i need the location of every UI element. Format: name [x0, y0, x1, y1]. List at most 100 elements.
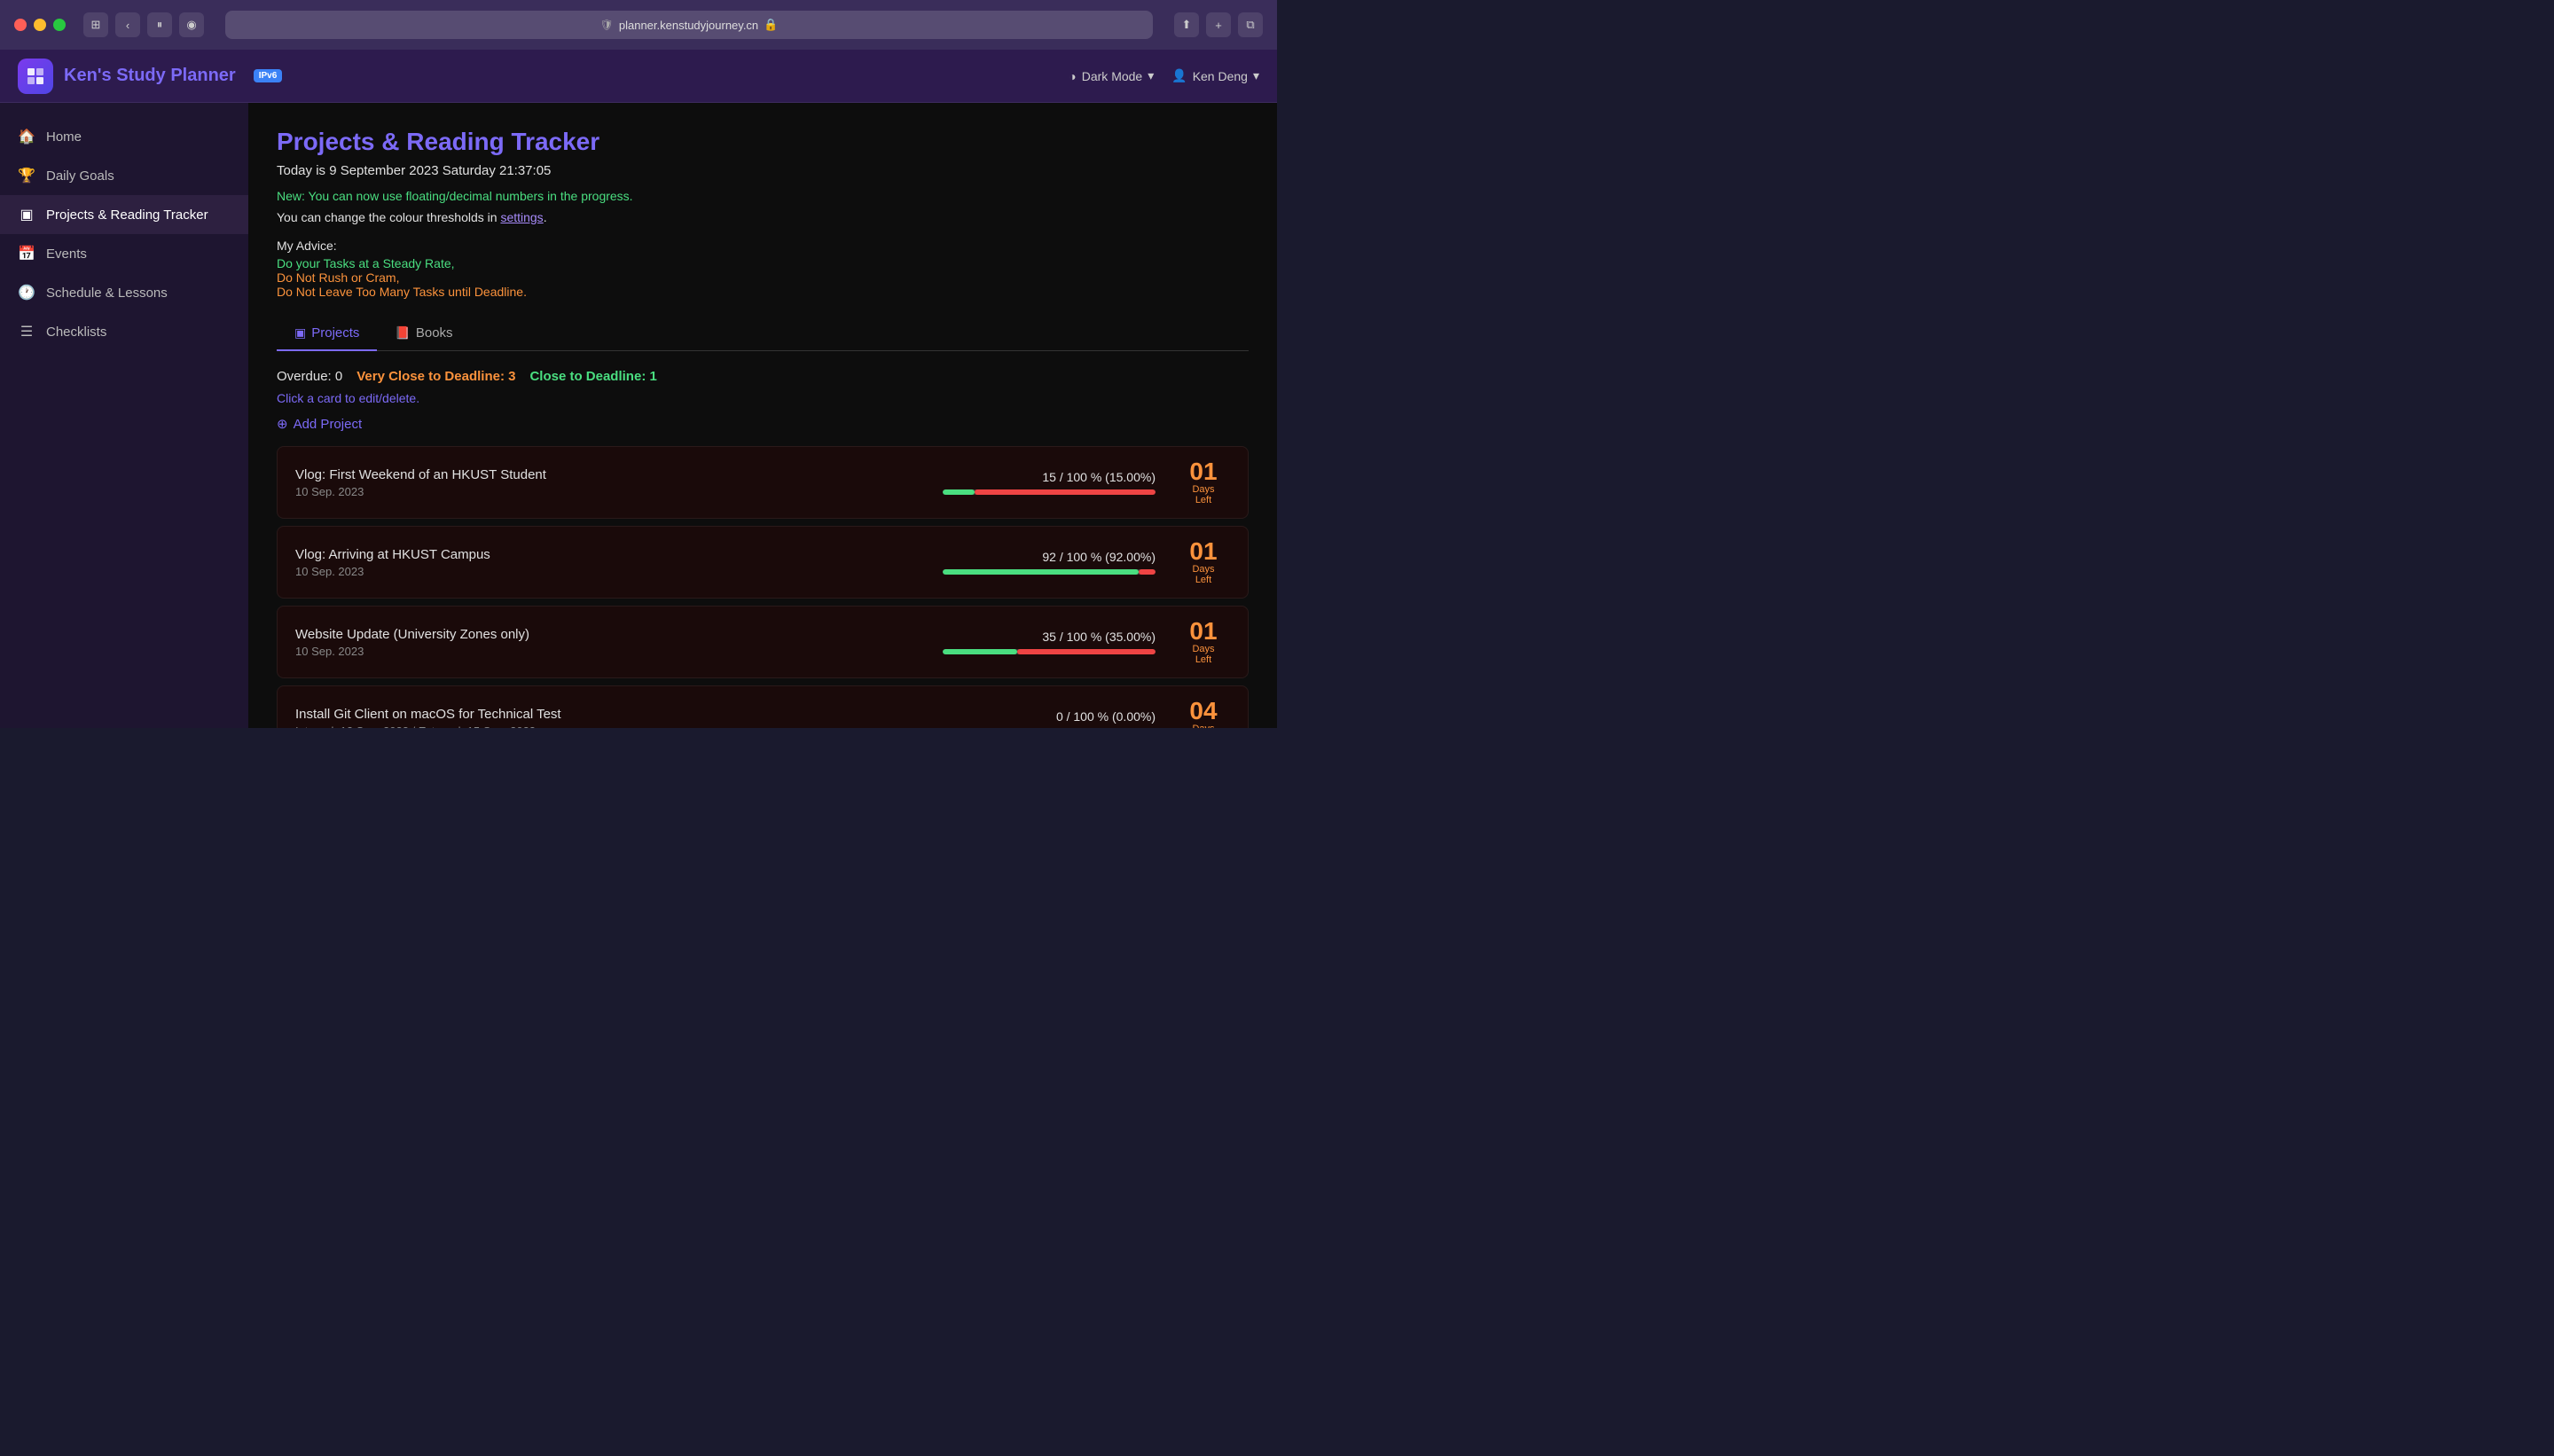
progress-bar [943, 569, 1156, 575]
tab-projects[interactable]: ▣ Projects [277, 317, 377, 351]
project-info: Website Update (University Zones only) 1… [295, 627, 889, 658]
tab-books[interactable]: 📕 Books [377, 317, 470, 351]
progress-text: 92 / 100 % (92.00%) [1042, 550, 1156, 564]
browser-actions: ⬆ + ⧉ [1174, 12, 1263, 37]
days-label: DaysLeft [1192, 644, 1214, 665]
tab-books-icon: 📕 [395, 325, 410, 341]
projects-icon: ▣ [18, 206, 35, 223]
page-title: Projects & Reading Tracker [277, 128, 1249, 156]
days-left: 01 DaysLeft [1177, 619, 1230, 665]
days-number: 01 [1189, 459, 1217, 484]
project-progress: 35 / 100 % (35.00%) [889, 630, 1156, 654]
progress-fill-green [943, 569, 1139, 575]
project-name: Website Update (University Zones only) [295, 627, 889, 642]
advice-line2: Do Not Rush or Cram, [277, 270, 1249, 285]
sidebar-item-daily-goals[interactable]: 🏆 Daily Goals [0, 156, 248, 195]
fullscreen-window-button[interactable] [53, 19, 66, 31]
clock-icon: 🕐 [18, 284, 35, 301]
sidebar-item-checklists[interactable]: ☰ Checklists [0, 312, 248, 351]
click-hint: Click a card to edit/delete. [277, 391, 1249, 405]
user-label: Ken Deng [1193, 69, 1248, 83]
progress-text: 0 / 100 % (0.00%) [1056, 709, 1156, 724]
dark-mode-chevron-icon: ▾ [1148, 68, 1154, 83]
ipv6-badge: IPv6 [254, 69, 283, 82]
days-left: 01 DaysLeft [1177, 539, 1230, 585]
header-actions: ◑ Dark Mode ▾ 👤 Ken Deng ▾ [1069, 68, 1259, 83]
calendar-icon: 📅 [18, 245, 35, 262]
add-project-icon: ⊕ [277, 416, 288, 432]
progress-fill-green [943, 649, 1017, 654]
tab-overview-button[interactable]: ⧉ [1238, 12, 1263, 37]
project-card[interactable]: Install Git Client on macOS for Technica… [277, 685, 1249, 728]
advice-line1: Do your Tasks at a Steady Rate, [277, 256, 1249, 270]
project-info: Vlog: Arriving at HKUST Campus 10 Sep. 2… [295, 547, 889, 578]
sidebar-item-projects[interactable]: ▣ Projects & Reading Tracker [0, 195, 248, 234]
days-left: 04 DaysLeft [1177, 699, 1230, 728]
back-button[interactable]: ‹ [115, 12, 140, 37]
traffic-lights [14, 19, 66, 31]
advice-title: My Advice: [277, 239, 1249, 253]
shield-icon: 🛡 [600, 19, 614, 31]
projects-list: Vlog: First Weekend of an HKUST Student … [277, 446, 1249, 728]
days-number: 01 [1189, 619, 1217, 644]
days-label: DaysLeft [1192, 564, 1214, 585]
advice-section: My Advice: Do your Tasks at a Steady Rat… [277, 239, 1249, 299]
share-button[interactable]: ⬆ [1174, 12, 1199, 37]
close-window-button[interactable] [14, 19, 27, 31]
sidebar-item-events[interactable]: 📅 Events [0, 234, 248, 273]
url-text: planner.kenstudyjourney.cn [619, 19, 758, 32]
app-logo: Ken's Study Planner IPv6 [18, 59, 1069, 94]
checklist-icon: ☰ [18, 323, 35, 341]
user-icon: 👤 [1171, 68, 1187, 83]
project-progress: 0 / 100 % (0.00%) [889, 709, 1156, 728]
sidebar-label-schedule: Schedule & Lessons [46, 286, 168, 301]
project-date: 10 Sep. 2023 [295, 485, 889, 498]
days-number: 01 [1189, 539, 1217, 564]
add-project-label: Add Project [294, 417, 363, 432]
user-chevron-icon: ▾ [1253, 68, 1259, 83]
browser-controls: ⊞ ‹ ⏸ ◉ [83, 12, 204, 37]
project-date: Internal: 12 Sep. 2023 / External: 15 Se… [295, 724, 889, 729]
project-card[interactable]: Website Update (University Zones only) 1… [277, 606, 1249, 678]
minimize-window-button[interactable] [34, 19, 46, 31]
refresh-button[interactable]: ◉ [179, 12, 204, 37]
tab-projects-icon: ▣ [294, 325, 306, 341]
project-name: Vlog: First Weekend of an HKUST Student [295, 467, 889, 482]
browser-chrome: ⊞ ‹ ⏸ ◉ 🛡 planner.kenstudyjourney.cn 🔒 ⬆… [0, 0, 1277, 50]
app-title: Ken's Study Planner [64, 66, 236, 86]
address-bar[interactable]: 🛡 planner.kenstudyjourney.cn 🔒 [225, 11, 1153, 39]
progress-text: 15 / 100 % (15.00%) [1042, 470, 1156, 484]
progress-bar [943, 489, 1156, 495]
overdue-stat: Overdue: 0 [277, 369, 342, 384]
project-card[interactable]: Vlog: Arriving at HKUST Campus 10 Sep. 2… [277, 526, 1249, 599]
days-number: 04 [1189, 699, 1217, 724]
tab-projects-label: Projects [311, 325, 359, 341]
project-card[interactable]: Vlog: First Weekend of an HKUST Student … [277, 446, 1249, 519]
sidebar-item-schedule[interactable]: 🕐 Schedule & Lessons [0, 273, 248, 312]
sidebar-item-home[interactable]: 🏠 Home [0, 117, 248, 156]
lock-icon: 🔒 [764, 18, 778, 32]
main-layout: 🏠 Home 🏆 Daily Goals ▣ Projects & Readin… [0, 103, 1277, 728]
progress-fill-red [975, 489, 1156, 495]
days-left: 01 DaysLeft [1177, 459, 1230, 505]
sidebar-label-home: Home [46, 129, 82, 145]
add-project-button[interactable]: ⊕ Add Project [277, 416, 1249, 432]
user-menu-button[interactable]: 👤 Ken Deng ▾ [1171, 68, 1259, 83]
project-info: Install Git Client on macOS for Technica… [295, 707, 889, 729]
tabs: ▣ Projects 📕 Books [277, 317, 1249, 351]
stats-row: Overdue: 0 Very Close to Deadline: 3 Clo… [277, 369, 1249, 384]
settings-link[interactable]: settings [500, 210, 543, 224]
pause-button[interactable]: ⏸ [147, 12, 172, 37]
new-tab-button[interactable]: + [1206, 12, 1231, 37]
progress-fill-red [1017, 649, 1156, 654]
days-label: DaysLeft [1192, 724, 1214, 728]
very-close-stat: Very Close to Deadline: 3 [356, 369, 515, 384]
sidebar: 🏠 Home 🏆 Daily Goals ▣ Projects & Readin… [0, 103, 248, 728]
sidebar-toggle-button[interactable]: ⊞ [83, 12, 108, 37]
dark-mode-button[interactable]: ◑ Dark Mode ▾ [1069, 68, 1154, 83]
project-progress: 15 / 100 % (15.00%) [889, 470, 1156, 495]
progress-text: 35 / 100 % (35.00%) [1042, 630, 1156, 644]
notice-new: New: You can now use floating/decimal nu… [277, 189, 1249, 203]
close-stat: Close to Deadline: 1 [529, 369, 656, 384]
advice-line3: Do Not Leave Too Many Tasks until Deadli… [277, 285, 1249, 299]
